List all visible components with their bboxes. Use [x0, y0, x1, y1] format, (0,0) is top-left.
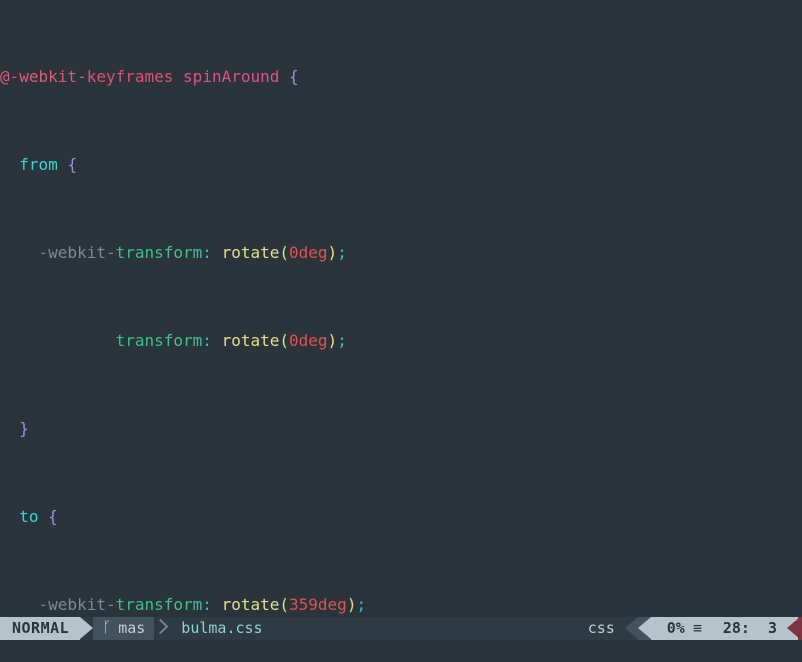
- animation-name-token: spinAround: [183, 67, 280, 86]
- at-rule-token: @-webkit-: [0, 67, 87, 86]
- scroll-percent-label: 0%: [666, 619, 685, 637]
- lines-icon: ≡: [692, 619, 702, 637]
- function-close-token: ): [327, 243, 338, 262]
- code-line: @-webkit-keyframes spinAround {: [0, 66, 802, 88]
- powerline-separator-mode: [80, 617, 94, 640]
- code-line: transform: rotate(0deg);: [115, 331, 347, 350]
- filetype-label: css: [587, 619, 615, 637]
- vendor-prefix-token: -webkit-: [38, 243, 116, 262]
- code-buffer[interactable]: @-webkit-keyframes spinAround { from { -…: [0, 0, 802, 617]
- mode-indicator: NORMAL: [0, 617, 81, 640]
- filename-label: bulma.css: [181, 619, 263, 637]
- brace-token: {: [67, 155, 78, 174]
- at-rule-name-token: keyframes: [86, 67, 174, 86]
- git-branch-label: mas: [118, 619, 146, 637]
- git-branch-icon: ᚴ: [102, 618, 112, 636]
- number-token: 0deg: [289, 243, 328, 262]
- function-token: rotate(: [221, 243, 290, 262]
- powerline-separator-right-1: [624, 617, 638, 640]
- filename-section: bulma.css: [167, 617, 275, 640]
- cursor-line-label: 28:: [722, 619, 750, 637]
- cursor-column-section: 3: [753, 617, 785, 640]
- powerline-separator-tail: [785, 617, 800, 640]
- mode-label: NORMAL: [12, 619, 70, 637]
- command-line[interactable]: [0, 640, 802, 662]
- powerline-separator-right-2: [637, 617, 651, 640]
- filetype-section: css: [577, 617, 625, 640]
- brace-token: }: [19, 419, 29, 438]
- powerline-separator-branch: [154, 617, 167, 640]
- keyframe-selector-token: from: [19, 155, 58, 174]
- code-line: }: [0, 418, 802, 440]
- cursor-column-label: 3: [767, 619, 777, 637]
- code-line: from {: [0, 154, 802, 176]
- code-line: -webkit-transform: rotate(0deg);: [0, 242, 802, 264]
- brace-token: {: [289, 67, 299, 86]
- code-line: to {: [19, 507, 58, 526]
- statusline: NORMAL ᚴ mas bulma.css css 0% ≡ 28: 3: [0, 617, 802, 640]
- scroll-percent-section: 0% ≡: [650, 617, 711, 640]
- cursor-line-section: 28:: [710, 617, 754, 640]
- statusline-spacer: [274, 617, 578, 640]
- property-token: transform: [115, 331, 203, 350]
- semicolon-token: ;: [337, 243, 347, 262]
- code-line: -webkit-transform: rotate(359deg);: [38, 595, 367, 614]
- git-branch-section[interactable]: ᚴ mas: [93, 617, 155, 640]
- vim-editor-window: @-webkit-keyframes spinAround { from { -…: [0, 0, 802, 662]
- colon-token: :: [202, 243, 212, 262]
- keyframe-selector-token: to: [19, 507, 39, 526]
- property-token: transform: [115, 243, 203, 262]
